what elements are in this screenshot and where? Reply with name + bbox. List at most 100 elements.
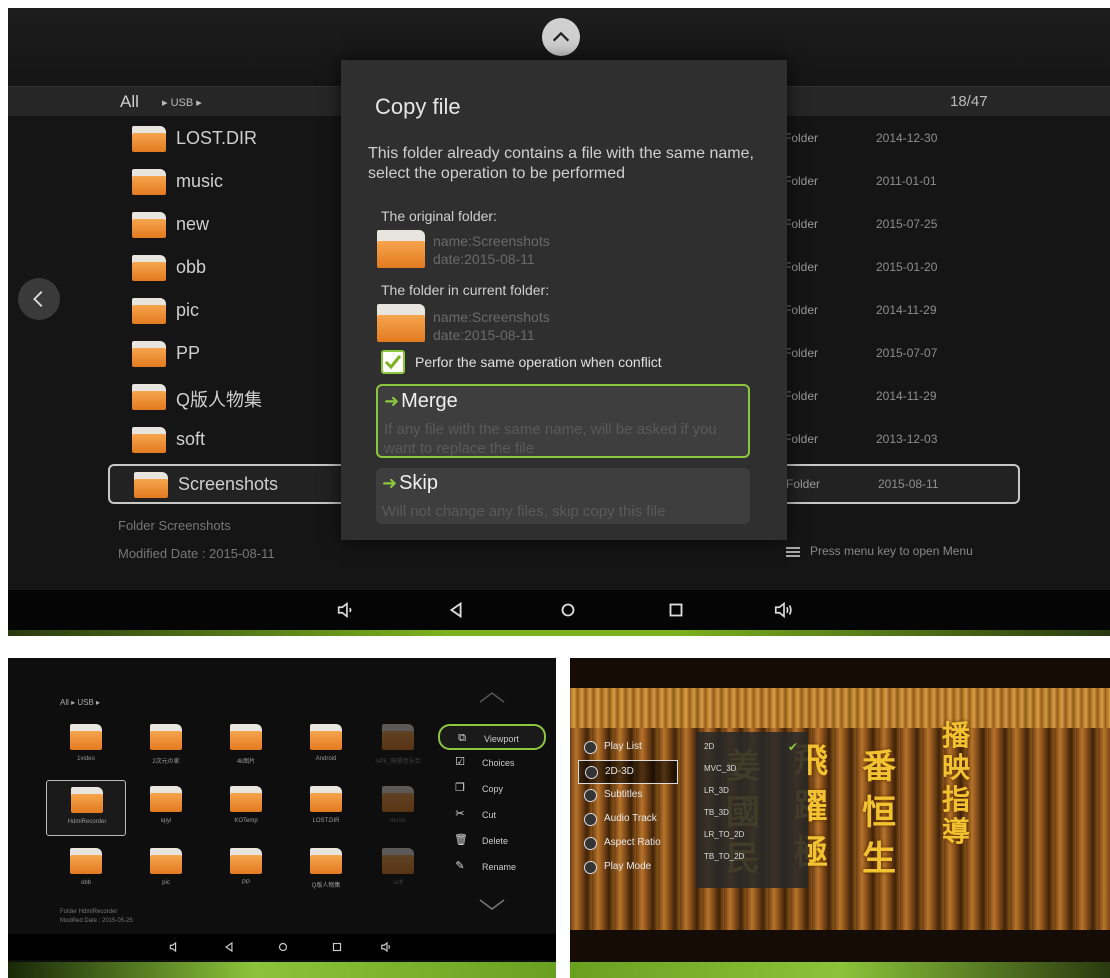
menu-item-rename[interactable]: ✎ Rename [438,854,546,880]
player-menu: Play List 2D-3D Subtitles Audio Track As… [578,736,678,880]
grid-folder-label: Android [315,756,337,762]
merge-option[interactable]: ➜ Merge If any file with the same name, w… [376,384,750,458]
grid-folder[interactable]: soft [358,842,438,898]
grid-folder[interactable]: iqiyi [126,780,206,836]
folder-icon [150,786,182,812]
recents-square-icon [669,603,683,617]
skip-option[interactable]: ➜ Skip Will not change any files, skip co… [376,468,750,524]
grid-folder-label: APE_無損音乐合 [375,759,421,765]
grid-folder[interactable]: LOST.DIR [286,780,366,836]
submenu-option-2d[interactable]: 2D [704,742,714,751]
pen-icon: ✎ [455,860,465,872]
chevron-left-icon [33,291,43,307]
submenu-option-lr-3d[interactable]: LR_3D [704,786,729,795]
menu-item-play-list[interactable]: Play List [578,736,678,760]
grid-folder[interactable]: 4k图片 [206,718,286,774]
menu-item-choices[interactable]: ☑ Choices [438,750,546,776]
file-type: Folder [784,217,819,231]
menu-item-label: Play List [604,741,642,752]
merge-label: Merge [401,390,458,412]
grid-folder[interactable]: APE_無損音乐合 [358,718,438,774]
folder-icon [310,724,342,750]
file-date: 2014-11-29 [876,303,937,317]
chevron-up-icon[interactable] [478,690,506,704]
checkmark-icon: ✔ [788,740,799,754]
back-triangle-icon[interactable] [222,940,236,954]
menu-item-viewport[interactable]: ⧉ Viewport [438,724,546,750]
submenu-option-tb-3d[interactable]: TB_3D [704,808,729,817]
breadcrumb[interactable]: All ▸ USB ▸ [60,698,100,707]
recents-button[interactable] [664,598,688,622]
menu-item-label: Rename [482,862,517,872]
chevron-down-icon[interactable] [478,898,506,912]
grid-folder-label: KOTemp [234,818,258,824]
grid-folder[interactable]: Android [286,718,366,774]
menu-item-label: Cut [482,810,497,820]
volume-down-button[interactable] [334,598,358,622]
menu-item-play-mode[interactable]: Play Mode [578,856,678,880]
grid-folder[interactable]: 2次元の家 [126,718,206,774]
grid-folder[interactable]: KOTemp [206,780,286,836]
trash-icon: 🗑 [454,834,468,846]
path-all[interactable]: All [120,92,139,112]
context-menu: ⧉ Viewport ☑ Choices ❐ Copy ✂ Cut 🗑 Delete ✎ R… [438,724,546,880]
file-type: Folder [784,346,819,360]
recents-square-icon[interactable] [330,940,344,954]
chevron-up-icon [552,31,570,42]
breadcrumb[interactable]: ▸ USB ▸ [162,96,202,109]
grid-folder[interactable]: Q版人物集 [286,842,366,898]
grid-folder[interactable]: 1video [46,718,126,774]
dialog-title: Copy file [375,94,461,119]
submenu-option-tb-to-2d[interactable]: TB_TO_2D [704,852,744,861]
volume-up-icon[interactable] [380,940,394,954]
skip-description: Will not change any files, skip copy thi… [382,503,666,520]
volume-down-icon[interactable] [168,940,182,954]
scroll-up-button[interactable] [542,18,580,56]
file-name: PP [176,343,201,363]
file-date: 2015-07-25 [876,217,938,231]
file-type: Folder [784,174,819,188]
file-date: 2013-12-03 [876,432,938,446]
arrow-right-icon: ➜ [382,473,398,493]
back-button[interactable] [18,278,60,320]
home-button[interactable] [556,598,580,622]
checkmark-icon [384,355,402,370]
folder-icon [132,169,166,195]
menu-item-delete[interactable]: 🗑 Delete [438,828,546,854]
video-player-screen: 姜國民 飛躍極 番恒生 播映指導 Play List 2D-3D Subtitl… [570,658,1110,978]
submenu-option-lr-to-2d[interactable]: LR_TO_2D [704,830,744,839]
file-type: Folder [784,260,819,274]
menu-item-audio-track[interactable]: Audio Track [578,808,678,832]
menu-item-cut[interactable]: ✂ Cut [438,802,546,828]
grid-folder-label: Q版人物集 [311,883,341,889]
grid-folder[interactable]: PP [206,842,286,898]
submenu-option-mvc-3d[interactable]: MVC_3D [704,764,736,773]
back-nav-button[interactable] [444,598,468,622]
file-type: Folder [784,131,819,145]
grid-view-screen: All ▸ USB ▸ 1video 2次元の家 4k图片 Android AP… [8,658,556,978]
file-name: pic [176,300,200,320]
file-date: 2015-08-11 [878,477,939,491]
home-circle-icon[interactable] [276,940,290,954]
file-type: Folder [784,432,819,446]
list-icon [584,741,597,754]
menu-item-aspect-ratio[interactable]: Aspect Ratio [578,832,678,856]
grid-folder-label: pic [162,880,170,886]
folder-icon [377,230,425,268]
volume-up-button[interactable] [772,598,796,622]
folder-icon [310,786,342,812]
folder-icon [230,786,262,812]
folder-icon [132,212,166,238]
grid-folder-label: 1video [77,756,95,762]
menu-item-copy[interactable]: ❐ Copy [438,776,546,802]
same-operation-checkbox[interactable] [381,350,405,374]
grid-folder-selected[interactable]: HdmiRecorder [46,780,126,836]
grid-folder[interactable]: pic [126,842,206,898]
grid-folder[interactable]: music [358,780,438,836]
item-counter: 18/47 [950,93,988,110]
original-folder-label: The original folder: [381,208,497,224]
menu-item-2d-3d[interactable]: 2D-3D [578,760,678,784]
grid-folder[interactable]: obb [46,842,126,898]
menu-item-subtitles[interactable]: Subtitles [578,784,678,808]
menu-item-label: Viewport [484,734,519,744]
